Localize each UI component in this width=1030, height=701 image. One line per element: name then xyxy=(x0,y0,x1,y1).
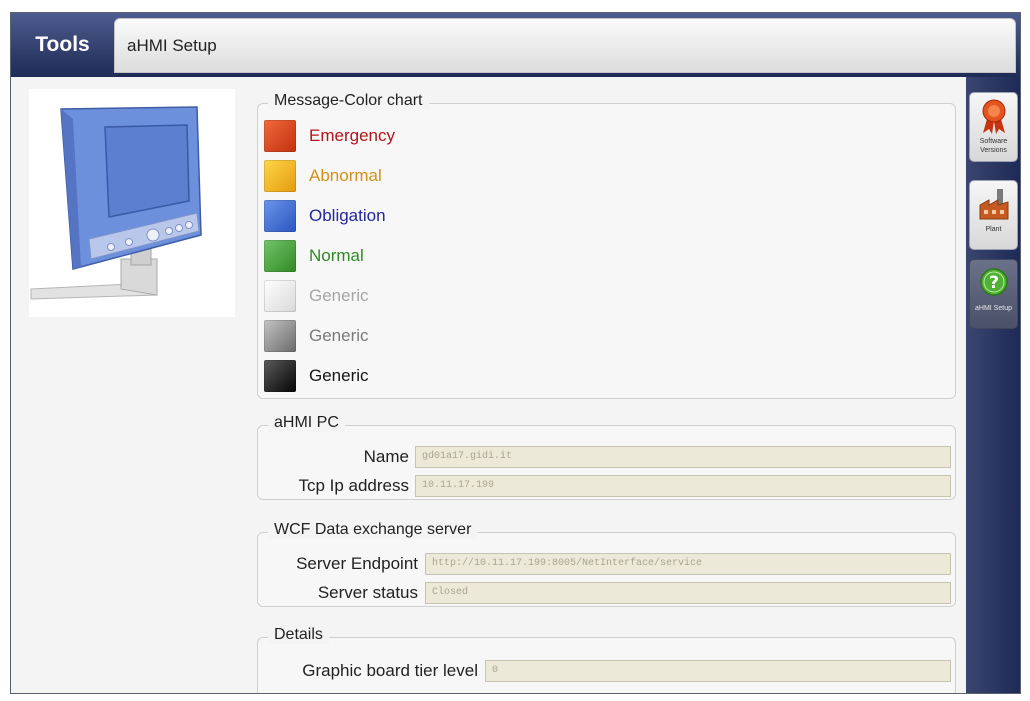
main-content: Message-Color chart Emergency Abnormal O… xyxy=(11,77,966,693)
tier-field[interactable]: 0 xyxy=(485,660,951,682)
tier-row: Graphic board tier level 0 xyxy=(258,659,957,683)
tier-label: Graphic board tier level xyxy=(302,661,478,680)
endpoint-label: Server Endpoint xyxy=(296,554,418,573)
ip-field[interactable]: 10.11.17.199 xyxy=(415,475,951,497)
color-item-normal: Normal xyxy=(264,238,664,274)
status-row: Server status Closed xyxy=(258,581,957,605)
monitor-illustration xyxy=(29,89,235,317)
ahmi-pc-group: aHMI PC Name gd01a17.gidi.it Tcp Ip addr… xyxy=(257,414,957,500)
color-item-generic-light: Generic xyxy=(264,278,664,314)
ahmi-setup-button[interactable]: ? aHMI Setup xyxy=(969,259,1018,329)
color-label: Generic xyxy=(309,286,369,305)
side-button-label: aHMI Setup xyxy=(975,305,1012,312)
wcf-server-group: WCF Data exchange server Server Endpoint… xyxy=(257,521,957,607)
endpoint-row: Server Endpoint http://10.11.17.199:8005… xyxy=(258,552,957,576)
tab-title: aHMI Setup xyxy=(127,36,217,55)
status-field[interactable]: Closed xyxy=(425,582,951,604)
color-swatch xyxy=(264,240,296,272)
color-label: Generic xyxy=(309,366,369,385)
color-label: Obligation xyxy=(309,206,386,225)
plant-button[interactable]: Plant xyxy=(969,180,1018,250)
ip-label: Tcp Ip address xyxy=(298,476,409,495)
color-item-generic-gray: Generic xyxy=(264,318,664,354)
color-item-generic-dark: Generic xyxy=(264,358,664,394)
color-item-obligation: Obligation xyxy=(264,198,664,234)
software-versions-button[interactable]: Software Versions xyxy=(969,92,1018,162)
details-group: Details Graphic board tier level 0 xyxy=(257,626,957,693)
side-toolbar: Software Versions Plant ? aHMI Setup xyxy=(966,77,1020,693)
help-question-icon: ? xyxy=(980,268,1008,296)
tab-ahmi-setup[interactable]: aHMI Setup xyxy=(114,18,1016,73)
color-swatch xyxy=(264,120,296,152)
color-label: Normal xyxy=(309,246,364,265)
name-row: Name gd01a17.gidi.it xyxy=(258,445,957,469)
svg-text:?: ? xyxy=(989,273,999,293)
header-bar: Tools aHMI Setup xyxy=(11,13,1020,77)
name-field[interactable]: gd01a17.gidi.it xyxy=(415,446,951,468)
color-swatch xyxy=(264,360,296,392)
color-swatch xyxy=(264,320,296,352)
color-item-emergency: Emergency xyxy=(264,118,664,154)
color-swatch xyxy=(264,280,296,312)
message-color-chart-group: Message-Color chart Emergency Abnormal O… xyxy=(257,92,956,399)
award-ribbon-icon xyxy=(982,99,1006,134)
plant-factory-icon xyxy=(979,189,1009,220)
ip-row: Tcp Ip address 10.11.17.199 xyxy=(258,474,957,498)
app-window: Tools aHMI Setup Message-Color chart Eme… xyxy=(10,12,1021,694)
group-title: Message-Color chart xyxy=(268,92,429,110)
color-label: Generic xyxy=(309,326,369,345)
color-item-abnormal: Abnormal xyxy=(264,158,664,194)
color-swatch xyxy=(264,200,296,232)
group-title: aHMI PC xyxy=(268,414,345,432)
color-label: Abnormal xyxy=(309,166,382,185)
endpoint-field[interactable]: http://10.11.17.199:8005/NetInterface/se… xyxy=(425,553,951,575)
side-button-label: Plant xyxy=(985,226,1002,233)
side-button-label: Software Versions xyxy=(979,138,1008,154)
group-title: WCF Data exchange server xyxy=(268,521,478,539)
section-title: Tools xyxy=(35,33,90,56)
status-label: Server status xyxy=(317,583,418,602)
color-label: Emergency xyxy=(309,126,395,145)
group-title: Details xyxy=(268,626,329,644)
color-swatch xyxy=(264,160,296,192)
name-label: Name xyxy=(363,447,409,466)
